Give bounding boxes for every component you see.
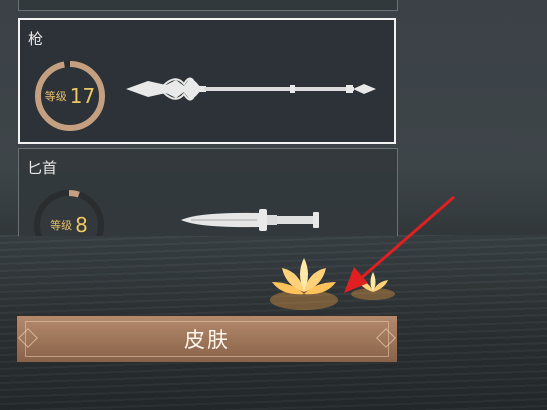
weapon-card-spear[interactable]: 枪 等级 17 [18, 18, 396, 144]
spear-icon [126, 77, 376, 101]
skin-button[interactable]: 皮肤 [17, 316, 397, 362]
dagger-icon [181, 209, 319, 231]
level-ring: 等级 17 [32, 58, 108, 134]
level-label: 等级 [50, 219, 73, 232]
weapon-name: 枪 [28, 30, 44, 48]
level-ring: 等级 8 [31, 187, 107, 236]
level-label: 等级 [44, 90, 67, 103]
skin-button-label: 皮肤 [184, 328, 230, 352]
weapon-name: 匕首 [27, 159, 58, 177]
game-scene: 枪 等级 17 匕首 等级 8 皮肤 [0, 0, 547, 410]
level-value: 8 [75, 213, 88, 236]
level-value: 17 [69, 84, 96, 108]
red-pointer-arrow [344, 195, 455, 293]
weapon-card-previous[interactable] [18, 0, 398, 11]
